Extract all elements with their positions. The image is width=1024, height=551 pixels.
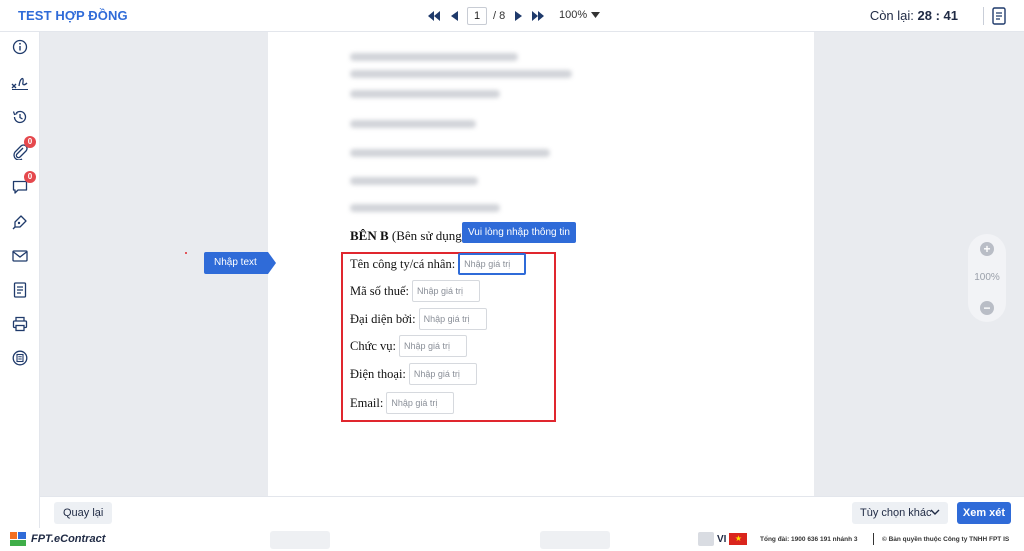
document-title: TEST HỢP ĐỒNG — [18, 8, 128, 23]
attachment-count-badge: 0 — [24, 136, 36, 148]
info-icon[interactable] — [10, 37, 30, 57]
zoom-in-button[interactable]: + — [980, 242, 994, 256]
timer-value: 28 : 41 — [917, 8, 958, 23]
notes-icon[interactable] — [10, 348, 30, 368]
page-number-input[interactable]: 1 — [467, 7, 487, 25]
marker-dot — [185, 252, 187, 254]
company-name-input[interactable]: Nhập giá trị — [458, 253, 527, 275]
footer-decoration — [270, 531, 330, 549]
print-icon[interactable] — [10, 314, 30, 334]
form-row-email: Email: Nhập giá trị — [350, 392, 455, 414]
sidebar: 0 0 — [0, 32, 40, 528]
comment-icon[interactable]: 0 — [10, 171, 36, 197]
copyright-text: © Bản quyền thuộc Công ty TNHH FPT IS — [882, 536, 1010, 543]
signature-icon[interactable] — [10, 72, 30, 92]
brand-logo: FPT.eContract — [10, 532, 105, 546]
more-options-button[interactable]: Tùy chọn khác — [852, 502, 948, 524]
more-options-label: Tùy chọn khác — [860, 507, 932, 519]
history-icon[interactable] — [10, 107, 30, 127]
input-tooltip: Vui lòng nhập thông tin — [462, 222, 576, 243]
language-code: VI — [717, 533, 727, 545]
email-input[interactable]: Nhập giá trị — [386, 392, 455, 414]
top-bar: TEST HỢP ĐỒNG 1 / 8 100% Còn lại: 28 : 4… — [0, 0, 1024, 32]
document-list-icon[interactable] — [992, 7, 1006, 30]
form-row-position: Chức vụ: Nhập giá trị — [350, 335, 468, 357]
zoom-select[interactable]: 100% — [559, 9, 601, 21]
mail-icon[interactable] — [10, 246, 30, 266]
redacted-text-line — [350, 120, 476, 128]
logo-text: FPT.eContract — [31, 533, 106, 545]
position-input[interactable]: Nhập giá trị — [399, 335, 468, 357]
vietnam-flag-icon: ★ — [729, 533, 748, 545]
last-page-icon[interactable] — [531, 9, 545, 23]
document-icon[interactable] — [10, 280, 30, 300]
hotline-text: Tổng đài: 1900 636 191 nhánh 3 — [760, 536, 858, 543]
comment-count-badge: 0 — [24, 171, 36, 183]
document-page: BÊN B (Bên sử dụng Vui lòng nhập thông t… — [268, 32, 814, 496]
redacted-text-line — [350, 204, 500, 212]
attachment-icon[interactable]: 0 — [10, 136, 36, 162]
party-b-heading: BÊN B (Bên sử dụng — [350, 228, 462, 244]
party-b-note: (Bên sử dụng — [388, 228, 462, 243]
timer-label: Còn lại: — [869, 8, 914, 23]
redacted-text-line — [350, 149, 550, 157]
field-label: Đại diện bởi: — [350, 311, 416, 326]
redacted-text-line — [350, 53, 518, 61]
representative-input[interactable]: Nhập giá trị — [418, 308, 487, 330]
language-toggle[interactable] — [698, 532, 714, 546]
footer: FPT.eContract VI ★ Tổng đài: 1900 636 19… — [0, 528, 1024, 551]
redacted-text-line — [350, 70, 572, 78]
zoom-out-button[interactable]: − — [980, 301, 994, 315]
chevron-down-icon — [591, 12, 601, 18]
zoom-level: 100% — [974, 272, 1000, 283]
logo-icon — [10, 532, 26, 546]
tax-code-input[interactable]: Nhập giá trị — [412, 280, 481, 302]
field-label: Điện thoại: — [350, 366, 406, 381]
timer: Còn lại: 28 : 41 — [870, 8, 958, 23]
form-row-representative: Đại diện bởi: Nhập giá trị — [350, 308, 487, 330]
phone-input[interactable]: Nhập giá trị — [408, 363, 477, 385]
action-bar: Quay lại Tùy chọn khác Xem xét — [40, 496, 1024, 528]
divider — [983, 7, 984, 25]
next-page-icon[interactable] — [511, 9, 525, 23]
redacted-text-line — [350, 177, 478, 185]
form-row-phone: Điện thoại: Nhập giá trị — [350, 363, 477, 385]
prev-page-icon[interactable] — [447, 9, 461, 23]
chevron-down-icon — [930, 509, 940, 515]
field-label: Tên công ty/cá nhân: — [350, 256, 456, 271]
pen-tool-icon[interactable] — [10, 212, 30, 232]
language-switcher[interactable]: VI ★ — [698, 532, 748, 546]
field-pointer-tag[interactable]: Nhập text — [204, 252, 276, 274]
page-total: / 8 — [493, 10, 506, 22]
first-page-icon[interactable] — [427, 9, 441, 23]
page-navigator: 1 / 8 — [427, 6, 545, 26]
field-label: Chức vụ: — [350, 338, 397, 353]
party-b-label: BÊN B — [350, 228, 389, 243]
divider — [873, 533, 874, 545]
field-label: Email: — [350, 395, 384, 410]
form-row-company: Tên công ty/cá nhân: Nhập giá trị — [350, 253, 527, 275]
zoom-value: 100% — [559, 9, 588, 21]
footer-decoration — [540, 531, 610, 549]
zoom-widget: + 100% − — [968, 234, 1006, 322]
back-button[interactable]: Quay lại — [54, 502, 113, 524]
review-button[interactable]: Xem xét — [957, 502, 1011, 524]
field-label: Mã số thuế: — [350, 283, 410, 298]
redacted-text-line — [350, 90, 500, 98]
form-row-tax-code: Mã số thuế: Nhập giá trị — [350, 280, 481, 302]
